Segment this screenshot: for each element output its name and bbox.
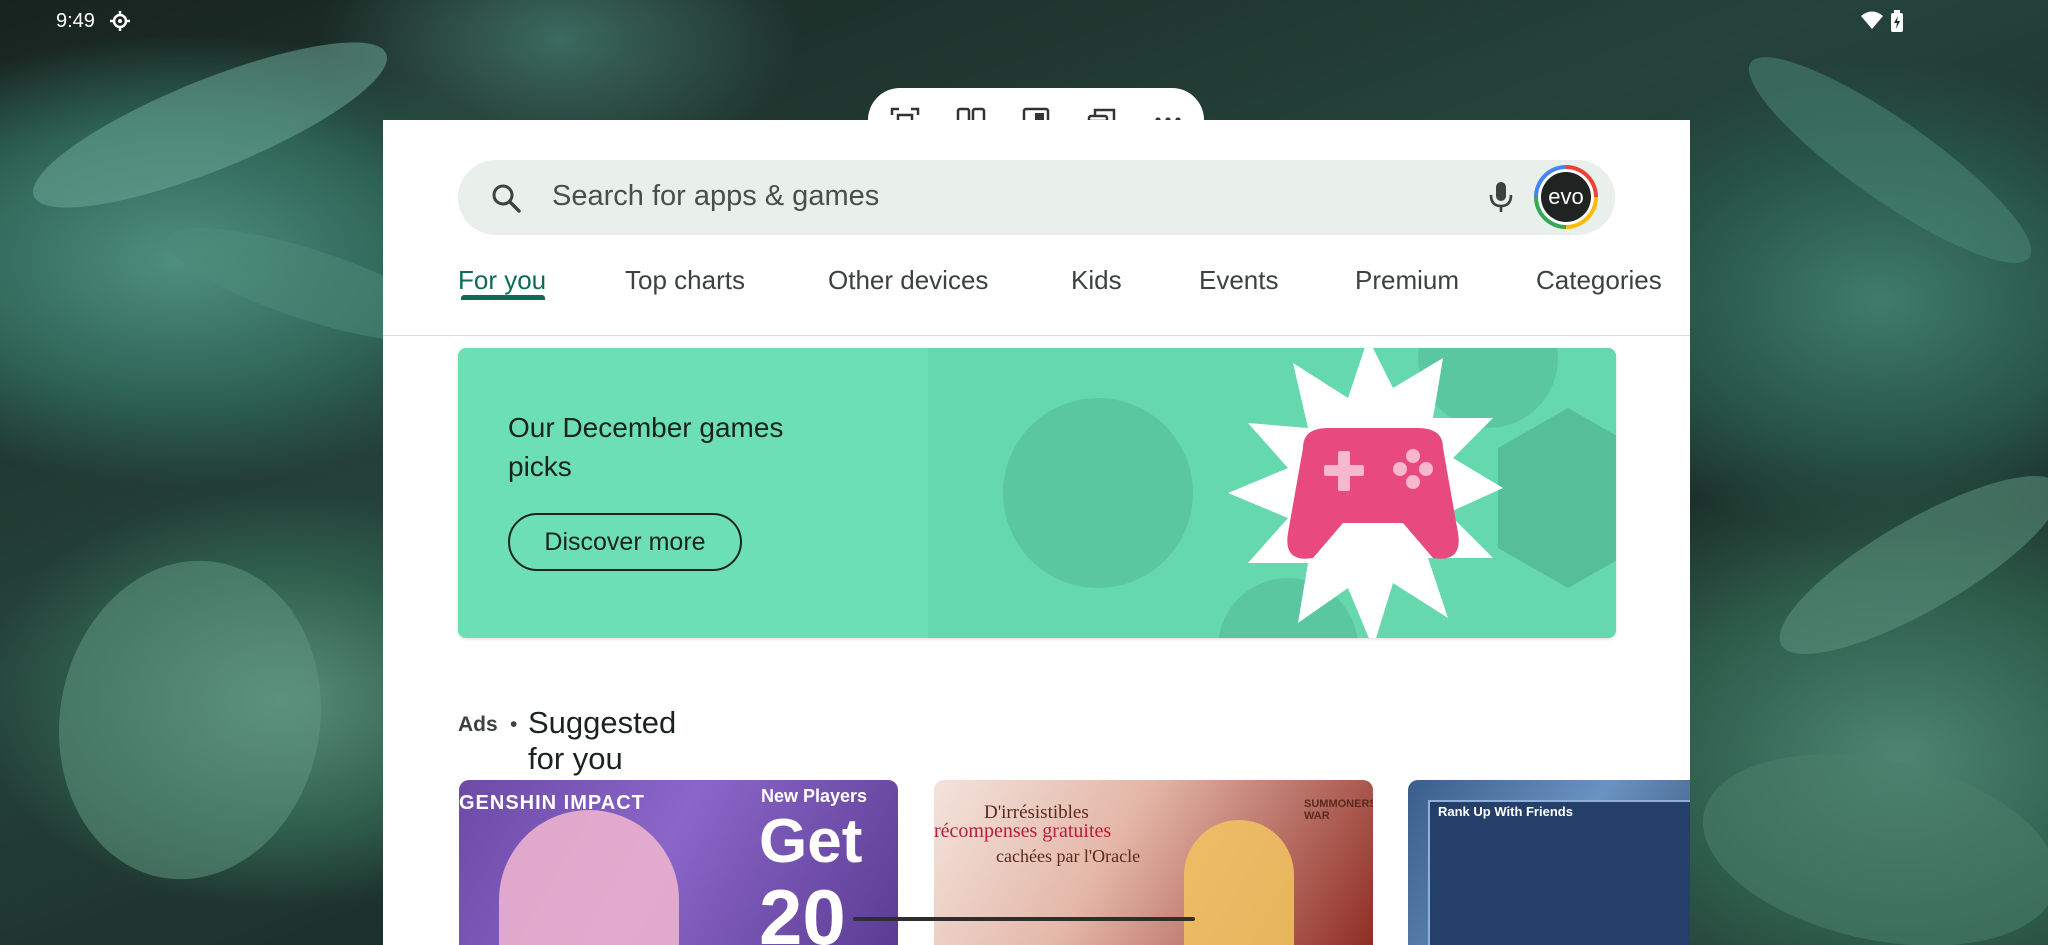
character-illustration <box>1184 820 1294 945</box>
microphone-icon[interactable] <box>1488 180 1514 219</box>
game-controller-illustration <box>928 348 1616 638</box>
settings-gear-icon <box>110 11 130 36</box>
card-headline: Get <box>759 807 863 876</box>
ads-label: Ads <box>458 713 498 736</box>
search-input[interactable]: Search for apps & games <box>552 180 879 213</box>
card-caption: Rank Up With Friends <box>1438 804 1573 819</box>
card-line2: récompenses gratuites <box>934 820 1112 842</box>
promo-banner[interactable]: Our December games picks Discover more <box>458 348 1616 638</box>
tab-events[interactable]: Events <box>1199 255 1279 335</box>
card-tag: New Players <box>761 786 868 806</box>
card-brand: SUMMONERS WAR <box>1304 798 1373 822</box>
tab-categories[interactable]: Categories <box>1536 255 1662 335</box>
search-icon[interactable] <box>490 182 522 219</box>
banner-title: Our December games picks <box>508 412 784 482</box>
character-illustration <box>499 810 679 945</box>
search-bar[interactable]: Search for apps & games evo <box>458 160 1615 235</box>
card-line3: cachées par l'Oracle <box>996 846 1141 866</box>
active-tab-indicator <box>461 295 545 300</box>
play-store-window: Search for apps & games evo For you Top … <box>383 120 1690 945</box>
battery-icon <box>1890 10 1904 37</box>
tab-kids[interactable]: Kids <box>1071 255 1122 335</box>
navigation-handle[interactable] <box>853 917 1195 921</box>
suggested-card-genshin[interactable]: GENSHIN IMPACT New Players Get 20 <box>459 780 898 945</box>
tab-top-charts[interactable]: Top charts <box>625 255 745 335</box>
wifi-icon <box>1860 10 1884 35</box>
card-number: 20 <box>759 873 846 945</box>
status-time: 9:49 <box>56 10 95 32</box>
suggested-card-football[interactable]: Rank Up With Friends <box>1408 780 1690 945</box>
tab-premium[interactable]: Premium <box>1355 255 1459 335</box>
tab-other-devices[interactable]: Other devices <box>828 255 988 335</box>
separator-dot: • <box>510 713 518 736</box>
discover-more-button[interactable]: Discover more <box>508 513 742 571</box>
account-avatar[interactable]: evo <box>1534 165 1598 229</box>
section-title: Suggested for you <box>528 705 677 776</box>
card-brand: GENSHIN IMPACT <box>459 792 645 814</box>
status-bar: 9:49 <box>0 0 2048 44</box>
category-tabs: For you Top charts Other devices Kids Ev… <box>383 255 1690 336</box>
avatar-text: evo <box>1541 172 1591 222</box>
